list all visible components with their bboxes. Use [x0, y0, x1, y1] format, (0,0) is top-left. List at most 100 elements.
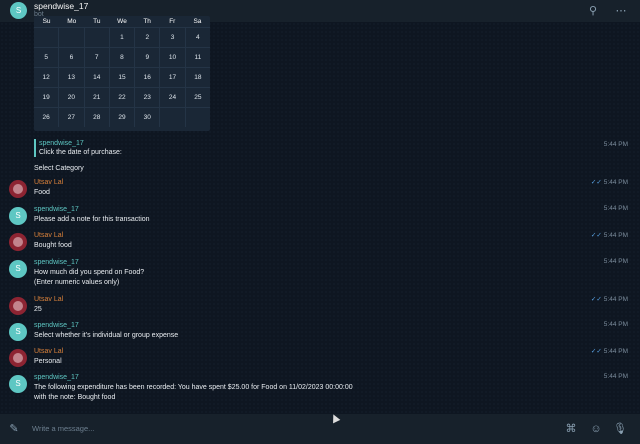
search-icon[interactable]: ⚲	[584, 2, 602, 20]
calendar-week: 5 6 7 8 9 10 11	[34, 47, 210, 67]
message-sender[interactable]: Utsav Lal	[34, 347, 63, 356]
calendar-day-button[interactable]: 10	[160, 47, 186, 67]
emoji-icon[interactable]: ☺	[588, 421, 604, 437]
calendar-day-button	[59, 27, 85, 47]
message-text: Personal	[34, 358, 62, 365]
calendar-day-button[interactable]: 4	[185, 27, 210, 47]
message-text: Select whether it's individual or group …	[34, 332, 179, 339]
user-avatar[interactable]	[9, 349, 27, 367]
calendar-day-button[interactable]: 21	[84, 87, 110, 107]
message-time-row: 5:44 PM	[604, 321, 628, 328]
quote-sender: spendwise_17	[39, 140, 84, 147]
message-time-row: ✓✓ 5:44 PM	[591, 178, 628, 186]
user-avatar[interactable]	[9, 180, 27, 198]
message-text: 25	[34, 306, 42, 313]
calendar-day-button	[185, 107, 210, 127]
message-time: 5:44 PM	[603, 179, 628, 186]
message-text: How much did you spend on Food? (Enter n…	[34, 269, 145, 286]
calendar-day-button[interactable]: 8	[109, 47, 136, 67]
calendar-day-button[interactable]: 30	[135, 107, 161, 127]
message-time-row: 5:44 PM	[604, 373, 628, 380]
commands-icon[interactable]: ⌘	[563, 421, 579, 437]
bot-avatar[interactable]: S	[9, 260, 27, 278]
message-sender[interactable]: Utsav Lal	[34, 295, 63, 304]
calendar-day-button[interactable]: 28	[84, 107, 110, 127]
message-time: 5:44 PM	[603, 373, 628, 380]
bot-avatar[interactable]: S	[10, 2, 27, 19]
message-time: 5:44 PM	[603, 296, 628, 303]
calendar-day-button[interactable]: 2	[135, 27, 161, 47]
calendar-week: 26 27 28 29 30	[34, 107, 210, 127]
message-sender[interactable]: Utsav Lal	[34, 178, 63, 187]
bot-avatar[interactable]: S	[9, 375, 27, 393]
calendar-day-button[interactable]: 23	[135, 87, 161, 107]
date-picker-calendar: Su Mo Tu We Th Fr Sa 1 2 3 4 5 6 7 8 9 10 11 12 13 14…	[34, 16, 210, 131]
calendar-day-button[interactable]: 5	[34, 47, 60, 67]
message-time-row: ✓✓ 5:44 PM	[591, 295, 628, 303]
calendar-day-button	[160, 107, 186, 127]
calendar-day-button[interactable]: 27	[59, 107, 85, 127]
calendar-day-button[interactable]: 16	[135, 67, 161, 87]
message-list[interactable]: Su Mo Tu We Th Fr Sa 1 2 3 4 5 6 7 8 9 10 11 12 13 14…	[0, 16, 640, 414]
calendar-day-button[interactable]: 18	[185, 67, 210, 87]
calendar-day-button[interactable]: 20	[59, 87, 85, 107]
calendar-week: 1234	[34, 27, 210, 47]
select-category-text: Select Category	[34, 165, 84, 172]
calendar-day-button[interactable]: 14	[84, 67, 110, 87]
weekday: Su	[42, 18, 51, 25]
message-sender[interactable]: spendwise_17	[34, 258, 79, 267]
microphone-icon[interactable]: 🎙	[612, 421, 628, 437]
bot-avatar[interactable]: S	[9, 323, 27, 341]
calendar-day-button[interactable]: 11	[185, 47, 210, 67]
message-sender[interactable]: spendwise_17	[34, 373, 79, 382]
read-checkmark-icon: ✓✓	[590, 348, 602, 355]
calendar-day-button	[34, 27, 60, 47]
calendar-day-button[interactable]: 9	[135, 47, 161, 67]
message-time-row: ✓✓ 5:44 PM	[591, 231, 628, 239]
calendar-day-button[interactable]: 25	[185, 87, 210, 107]
quote-text: Click the date of purchase:	[39, 149, 122, 156]
message-time: 5:44 PM	[603, 232, 628, 239]
weekday: Mo	[67, 18, 77, 25]
paperclip-icon[interactable]: ✎	[6, 421, 22, 437]
message-time: 5:44 PM	[603, 321, 628, 328]
message-sender[interactable]: spendwise_17	[34, 205, 79, 214]
message-time-row: 5:44 PM	[604, 205, 628, 212]
calendar-day-button[interactable]: 15	[109, 67, 136, 87]
chat-title[interactable]: spendwise_17	[34, 1, 88, 11]
weekday: Th	[143, 18, 151, 25]
user-avatar[interactable]	[9, 297, 27, 315]
bot-prompt-quote: spendwise_17 Click the date of purchase:	[34, 139, 122, 157]
calendar-day-button[interactable]: 6	[59, 47, 85, 67]
weekday: Tu	[93, 18, 101, 25]
calendar-day-button[interactable]: 24	[160, 87, 186, 107]
user-avatar[interactable]	[9, 233, 27, 251]
bot-avatar[interactable]: S	[9, 207, 27, 225]
message-sender[interactable]: Utsav Lal	[34, 231, 63, 240]
weekday: Fr	[169, 18, 176, 25]
calendar-day-button[interactable]: 12	[34, 67, 60, 87]
calendar-week: 12 13 14 15 16 17 18	[34, 67, 210, 87]
calendar-day-button[interactable]: 3	[160, 27, 186, 47]
calendar-day-button[interactable]: 19	[34, 87, 60, 107]
message-time-row: 5:44 PM	[604, 258, 628, 265]
message-time: 5:44 PM	[603, 205, 628, 212]
message-time: 5:44 PM	[603, 141, 628, 148]
message-time-row: ✓✓ 5:44 PM	[591, 347, 628, 355]
calendar-day-button[interactable]: 1	[109, 27, 136, 47]
weekday: Sa	[193, 18, 202, 25]
read-checkmark-icon: ✓✓	[590, 232, 602, 239]
more-icon[interactable]: ⋯	[612, 2, 630, 20]
calendar-day-button[interactable]: 7	[84, 47, 110, 67]
calendar-day-button[interactable]: 29	[109, 107, 136, 127]
calendar-day-button[interactable]: 26	[34, 107, 60, 127]
message-input[interactable]: Write a message...	[32, 424, 94, 433]
read-checkmark-icon: ✓✓	[590, 179, 602, 186]
calendar-day-button[interactable]: 22	[109, 87, 136, 107]
calendar-day-button[interactable]: 13	[59, 67, 85, 87]
message-sender[interactable]: spendwise_17	[34, 321, 79, 330]
calendar-day-button[interactable]: 17	[160, 67, 186, 87]
calendar-grid: 1 2 3 4 5 6 7 8 9 10 11 12 13 14 15 16 17 18 19 20 21 22 23 24 2…	[34, 27, 210, 127]
message-text: The following expenditure has been recor…	[34, 384, 353, 401]
message-text: Please add a note for this transaction	[34, 216, 150, 223]
